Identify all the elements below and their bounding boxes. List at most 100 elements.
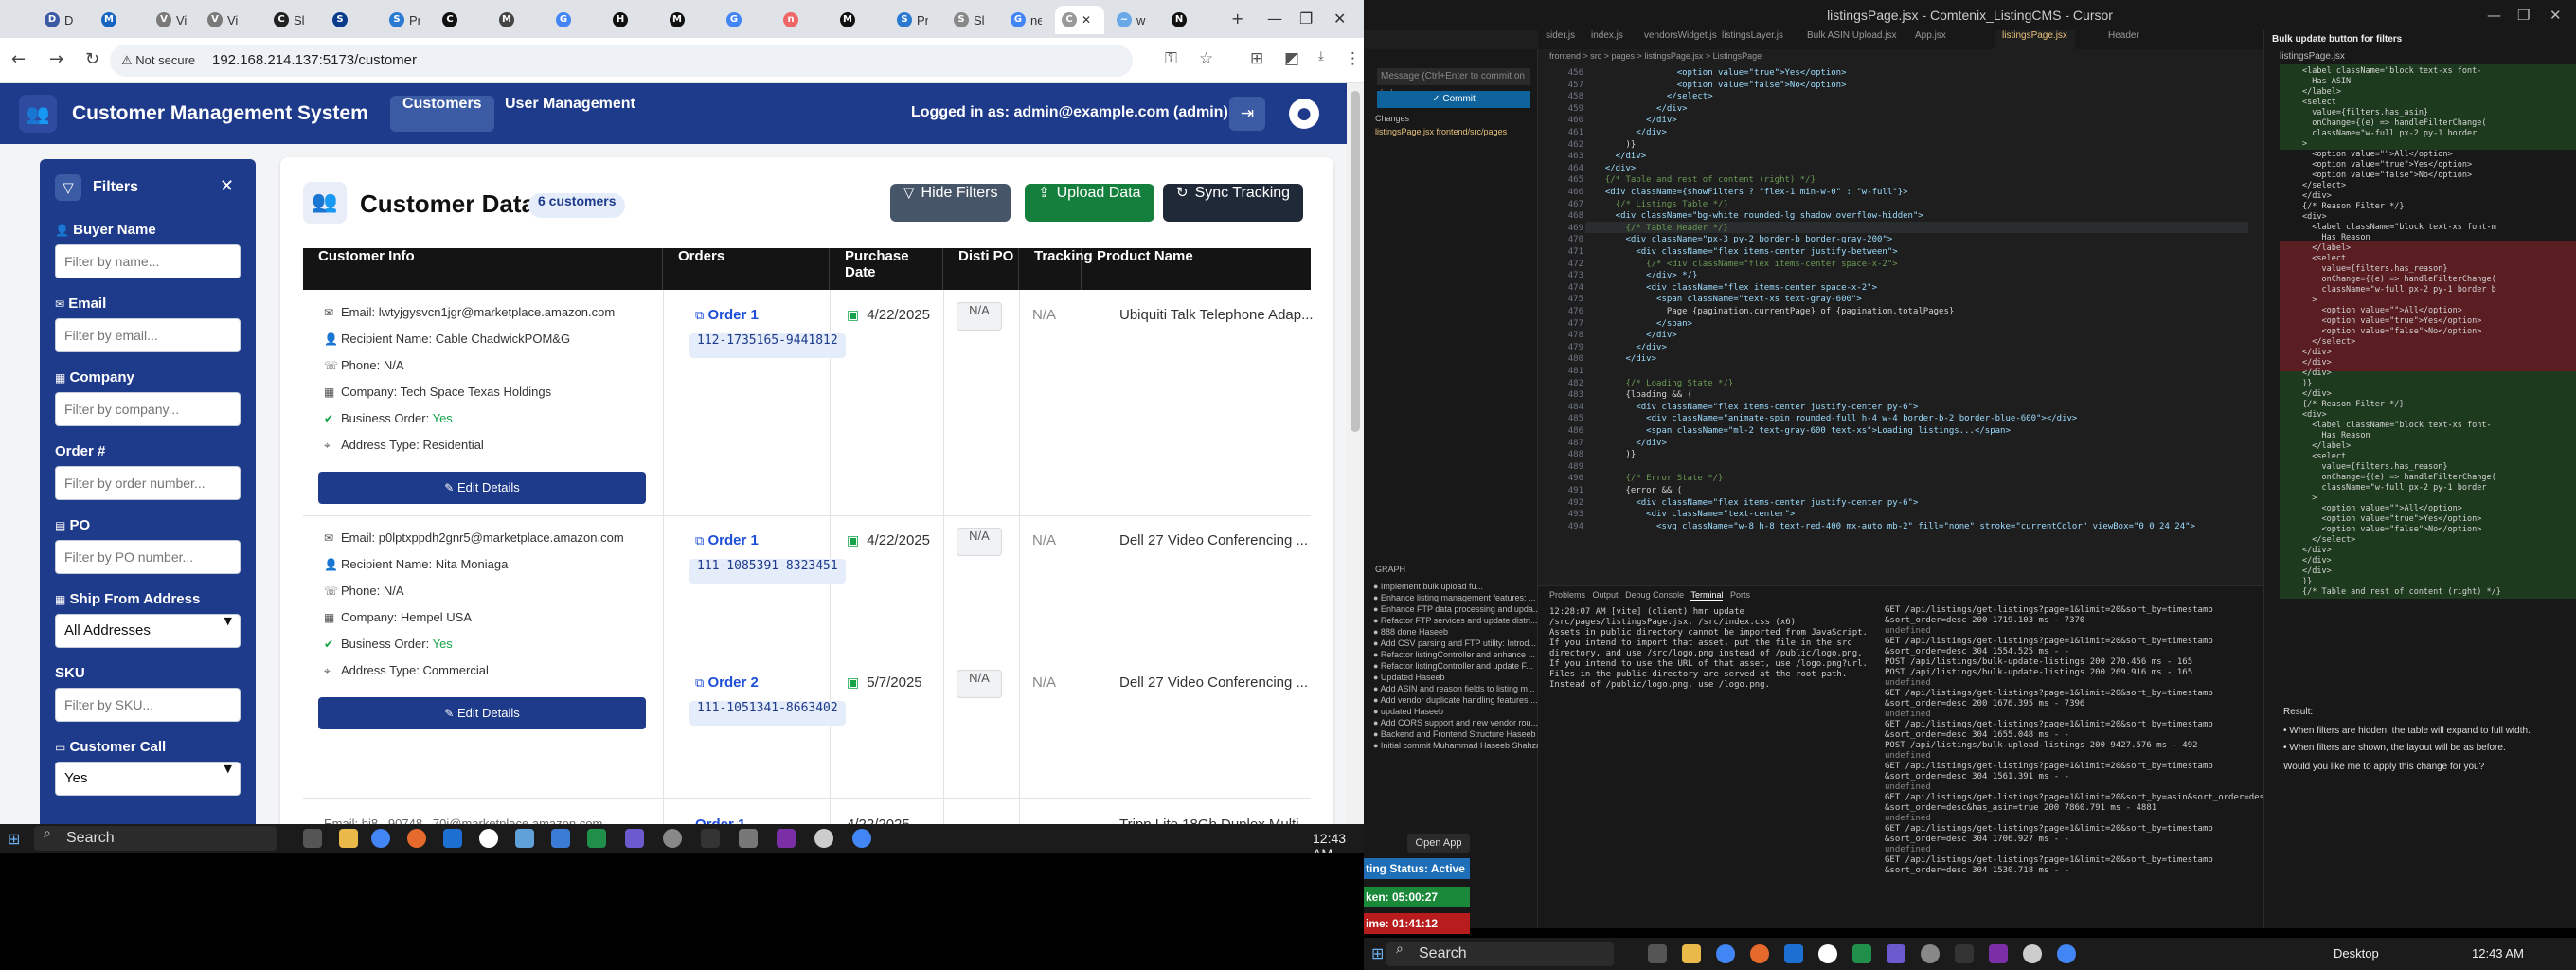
chrome-icon[interactable] (852, 829, 871, 848)
sync-tracking-button[interactable]: ↻ Sync Tracking (1163, 184, 1304, 222)
browser-tab[interactable]: H (606, 6, 644, 34)
minimize-icon[interactable]: — (1267, 9, 1282, 27)
chrome-icon[interactable] (371, 829, 390, 848)
app-icon[interactable] (515, 829, 534, 848)
page-scrollbar[interactable] (1347, 83, 1364, 824)
commit-item[interactable]: ● 888 done Haseeb (1373, 627, 1448, 637)
commit-item[interactable]: ● Enhance listing management features: .… (1373, 593, 1536, 602)
taskbar-search[interactable]: ⌕ Search (1386, 942, 1614, 966)
editor-tab[interactable]: index.js (1583, 30, 1631, 49)
commit-item[interactable]: ● Initial commit Muhammad Haseeb Shahzad (1373, 741, 1546, 750)
nav-user-management[interactable]: User Management (492, 96, 648, 132)
terminal-icon[interactable] (701, 829, 720, 848)
browser-tab[interactable]: M (833, 6, 871, 34)
browser-tab[interactable]: V Vi (150, 6, 188, 34)
column-orders[interactable]: Orders (663, 248, 830, 290)
tab-ports[interactable]: Ports (1730, 590, 1750, 600)
editor-breadcrumb[interactable]: frontend > src > pages > listingsPage.js… (1549, 51, 1762, 61)
hide-filters-button[interactable]: ▽ Hide Filters (890, 184, 1011, 222)
menu-icon[interactable]: ⋮ (1345, 49, 1361, 68)
commit-item[interactable]: ● Updated Haseeb (1373, 673, 1445, 682)
editor-tab[interactable]: App.jsx (1907, 30, 1954, 49)
nav-customers[interactable]: Customers (390, 96, 494, 132)
new-tab-icon[interactable]: + (1231, 9, 1243, 27)
browser-tab[interactable]: N (1165, 6, 1203, 34)
po-input[interactable] (55, 540, 241, 574)
browser-tab[interactable]: V Vi (201, 6, 239, 34)
url-text[interactable]: 192.168.214.137:5173/customer (212, 52, 417, 68)
terminal-icon[interactable] (1955, 944, 1974, 963)
order-link[interactable]: ⧉ Order 1 (695, 532, 759, 548)
column-product-name[interactable]: Product Name (1082, 248, 1311, 290)
restore-icon[interactable]: ❐ (1299, 9, 1313, 27)
desktop-toolbar[interactable]: Desktop (2334, 946, 2379, 961)
changed-file[interactable]: listingsPage.jsx frontend/src/pages (1375, 127, 1507, 136)
order-link[interactable]: Order 1 (695, 817, 745, 824)
commit-item[interactable]: ● Backend and Frontend Structure Haseeb (1373, 729, 1536, 739)
commit-item[interactable]: ● Refactor listingController and update … (1373, 661, 1533, 671)
browser-tab[interactable]: M (492, 6, 530, 34)
browser-tab[interactable]: S Pr (890, 6, 928, 34)
browser-tab-active[interactable]: C ✕ (1055, 6, 1104, 34)
chrome-icon[interactable] (1716, 944, 1735, 963)
order-number-badge[interactable]: 111-1085391-8323451 (689, 559, 846, 584)
commit-item[interactable]: ● Add vendor duplicate handling features… (1373, 695, 1538, 705)
browser-tab[interactable]: S Pr (383, 6, 420, 34)
browser-tab[interactable]: n (777, 6, 814, 34)
user-avatar-icon[interactable]: ● (1289, 99, 1319, 129)
commit-message-input[interactable]: Message (Ctrl+Enter to commit on '...' (1377, 68, 1530, 99)
app-icon[interactable] (625, 829, 644, 848)
tab-problems[interactable]: Problems (1549, 590, 1585, 600)
task-view-icon[interactable] (303, 829, 322, 848)
disti-po-field[interactable]: N/A (957, 302, 1002, 331)
commit-item[interactable]: ● Add CSV parsing and FTP utility: Intro… (1373, 638, 1536, 648)
commit-button[interactable]: ✓ Commit (1377, 91, 1530, 108)
onenote-icon[interactable] (1989, 944, 2008, 963)
chrome-icon[interactable] (2057, 944, 2076, 963)
commit-item[interactable]: ● Refactor FTP services and update distr… (1373, 616, 1537, 625)
sku-input[interactable] (55, 688, 241, 722)
tab-terminal[interactable]: Terminal (1690, 590, 1724, 601)
extension-icon[interactable]: ⊞ (1250, 49, 1263, 68)
file-explorer-icon[interactable] (1682, 944, 1701, 963)
commit-item[interactable]: ● Implement bulk upload fu... (1373, 582, 1483, 591)
bookmark-star-icon[interactable]: ☆ (1199, 49, 1213, 68)
app-icon[interactable] (1818, 944, 1837, 963)
commit-item[interactable]: ● Add ASIN and reason fields to listing … (1373, 684, 1535, 693)
browser-tab[interactable]: DD (38, 6, 76, 34)
browser-tab[interactable]: S Sl (947, 6, 985, 34)
column-purchase-date[interactable]: Purchase Date (830, 248, 943, 290)
forward-icon[interactable]: → (49, 49, 63, 69)
changes-header[interactable]: Changes (1375, 114, 1409, 123)
browser-tab[interactable]: ~ w (1110, 6, 1148, 34)
close-filters-icon[interactable]: ✕ (220, 176, 234, 196)
omnibox[interactable]: ⚠ Not secure 192.168.214.137:5173/custom… (110, 45, 1133, 77)
tab-debug-console[interactable]: Debug Console (1625, 590, 1684, 600)
terminal-right[interactable]: GET /api/listings/get-listings?page=1&li… (1885, 605, 2269, 876)
app-icon[interactable] (551, 829, 570, 848)
browser-tab[interactable]: M (95, 6, 133, 34)
editor-tab[interactable]: vendorsWidget.js (1637, 30, 1725, 49)
file-explorer-icon[interactable] (339, 829, 358, 848)
puzzle-icon[interactable]: ◩ (1284, 49, 1299, 68)
vscode-icon[interactable] (443, 829, 462, 848)
order-link[interactable]: ⧉ Order 2 (695, 674, 759, 691)
ship-from-select[interactable]: All Addresses ▼ (55, 614, 241, 648)
windows-start-icon[interactable]: ⊞ (8, 830, 20, 848)
app-icon[interactable] (739, 829, 758, 848)
commit-item[interactable]: ● Enhance FTP data processing and upda..… (1373, 604, 1540, 614)
password-key-icon[interactable]: ⚿ (1165, 49, 1177, 68)
firefox-icon[interactable] (407, 829, 426, 848)
settings-gear-icon[interactable] (663, 829, 682, 848)
column-disti-po[interactable]: Disti PO (943, 248, 1019, 290)
browser-tab[interactable]: Gne (1004, 6, 1042, 34)
browser-tab[interactable]: S (326, 6, 364, 34)
buyer-name-input[interactable] (55, 244, 241, 278)
windows-start-icon[interactable]: ⊞ (1371, 944, 1384, 962)
vscode-icon[interactable] (1784, 944, 1803, 963)
download-icon[interactable]: ⤓ (1318, 49, 1324, 63)
browser-tab[interactable]: C (436, 6, 474, 34)
browser-tab[interactable]: G (549, 6, 587, 34)
onenote-icon[interactable] (777, 829, 796, 848)
terminal-left[interactable]: 12:28:07 AM [vite] (client) hmr update /… (1549, 607, 1871, 691)
